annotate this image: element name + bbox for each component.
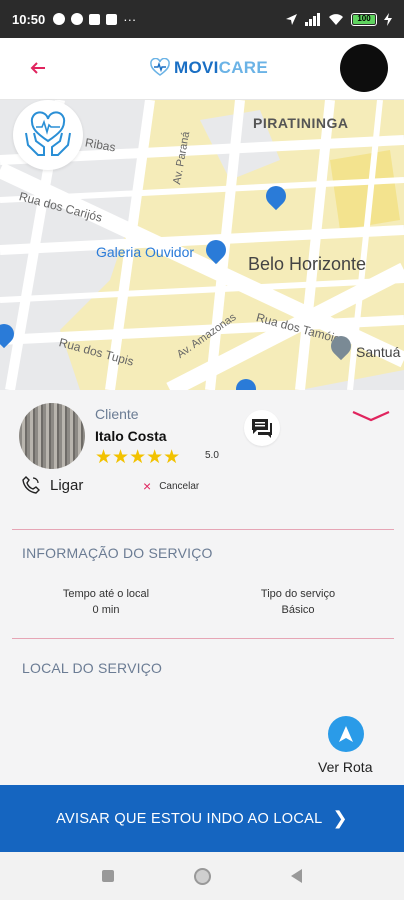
map-label-santuario: Santuá [356,344,401,360]
brand-name-care: CARE [218,58,269,77]
collapse-button[interactable] [350,406,392,426]
notify-going-label: AVISAR QUE ESTOU INDO AO LOCAL [56,810,323,827]
system-nav-bar [0,852,404,900]
app-notification-icon [71,13,84,25]
call-label: Ligar [50,476,84,494]
client-name: Italo Costa [95,428,167,444]
notification-icons: ··· [53,12,136,27]
service-info-title: INFORMAÇÃO DO SERVIÇO [22,545,213,561]
brand-name-movi: MOVI [174,58,219,77]
system-back-button[interactable] [291,869,302,883]
chat-button[interactable] [244,410,280,446]
app-header: MOVI CARE [0,38,404,100]
time-to-location: Tempo até o local 0 min [36,586,176,618]
notification-square-icon [89,13,101,25]
time-value: 0 min [92,604,120,616]
rating-value: 5.0 [205,450,219,461]
map-label-belo-horizonte: Belo Horizonte [248,254,367,274]
route-label[interactable]: Ver Rota [318,759,372,775]
phone-icon [22,476,40,494]
alarm-off-icon [53,13,66,25]
client-role: Cliente [95,406,139,422]
service-type: Tipo do serviço Básico [228,586,368,618]
movicare-logo-badge [13,100,83,170]
notification-square-icon-2 [106,13,118,25]
battery-level: 100 [353,14,375,24]
chevron-right-icon: ❯ [332,808,348,828]
arrow-left-icon [30,62,45,74]
notify-going-button[interactable]: AVISAR QUE ESTOU INDO AO LOCAL ❯ [0,785,404,852]
call-button[interactable]: Ligar [22,476,83,494]
location-icon [286,13,297,25]
brand-heart-icon [150,58,170,76]
signal-icon [305,12,320,26]
time-label: Tempo até o local [62,588,150,600]
back-button[interactable] [30,56,46,80]
battery-icon: 100 [351,12,377,26]
rating-stars: ★★★★★ [95,447,181,468]
service-type-value: Básico [281,604,315,616]
recents-button[interactable] [102,870,114,882]
wifi-icon [329,13,343,25]
service-type-label: Tipo do serviço [260,588,336,600]
status-bar: 10:50 ··· 100 [0,0,404,38]
close-icon: × [143,478,152,494]
service-card: Cliente Italo Costa ★★★★★ 5.0 Ligar × Ca… [0,390,404,785]
cancel-button[interactable]: × Cancelar [143,478,200,494]
chat-icon [252,419,272,438]
overflow-dots: ··· [123,11,137,27]
map-label-galeria: Galeria Ouvidor [96,244,195,260]
navigation-arrow-icon [339,726,353,742]
status-time: 10:50 [12,11,46,27]
divider-middle [12,638,394,639]
heart-hands-icon [25,111,71,156]
home-button[interactable] [194,867,211,885]
client-avatar [19,403,85,469]
divider-top [12,529,394,530]
map-label-piratininga: PIRATININGA [253,115,349,131]
service-location-title: LOCAL DO SERVIÇO [22,660,163,676]
user-avatar[interactable] [340,44,388,92]
chevron-down-icon [352,410,390,422]
brand-logo: MOVI CARE [150,58,268,78]
cancel-label: Cancelar [159,480,200,492]
system-icons: 100 [285,12,392,26]
charging-icon [384,12,392,26]
route-button[interactable] [328,716,364,752]
